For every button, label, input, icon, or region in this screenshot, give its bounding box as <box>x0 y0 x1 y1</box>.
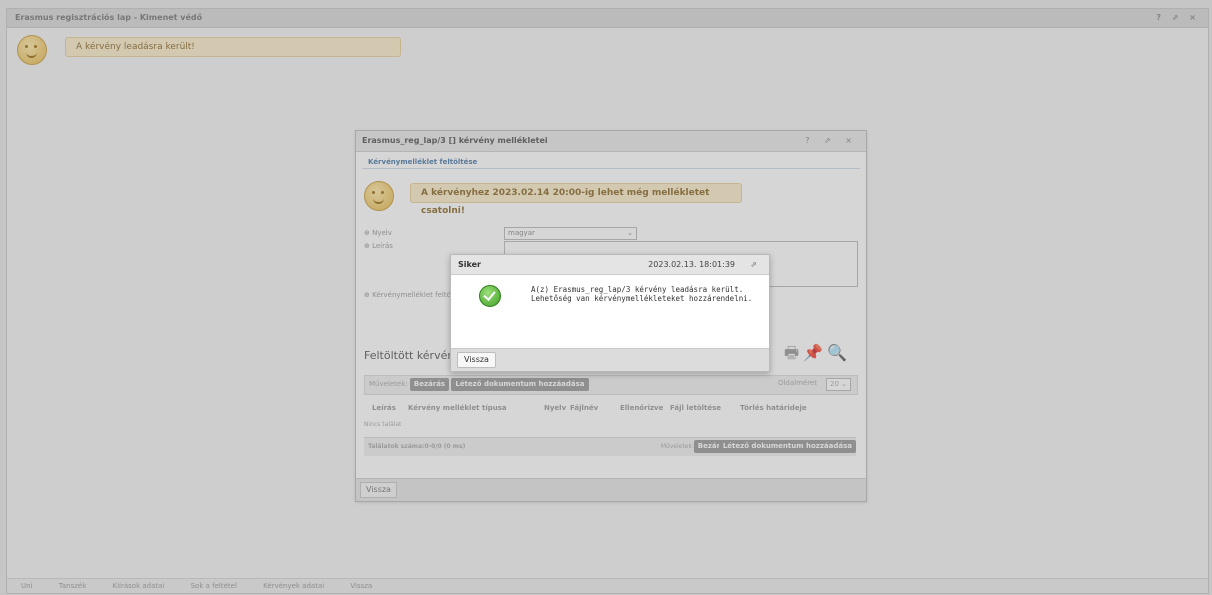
restore-icon[interactable]: ⇗ <box>750 255 757 274</box>
dialog-timestamp: 2023.02.13. 18:01:39 <box>648 260 735 269</box>
dialog-footer: Vissza <box>451 348 769 371</box>
success-dialog: Siker 2023.02.13. 18:01:39 ⇗ A(z) Erasmu… <box>450 254 770 372</box>
dialog-titlebar: Siker 2023.02.13. 18:01:39 ⇗ <box>451 255 769 275</box>
dialog-title: Siker <box>458 260 481 269</box>
dialog-message: A(z) Erasmus_reg_lap/3 kérvény leadásra … <box>531 285 753 303</box>
dialog-back-button[interactable]: Vissza <box>457 352 496 368</box>
success-check-icon <box>479 285 501 307</box>
